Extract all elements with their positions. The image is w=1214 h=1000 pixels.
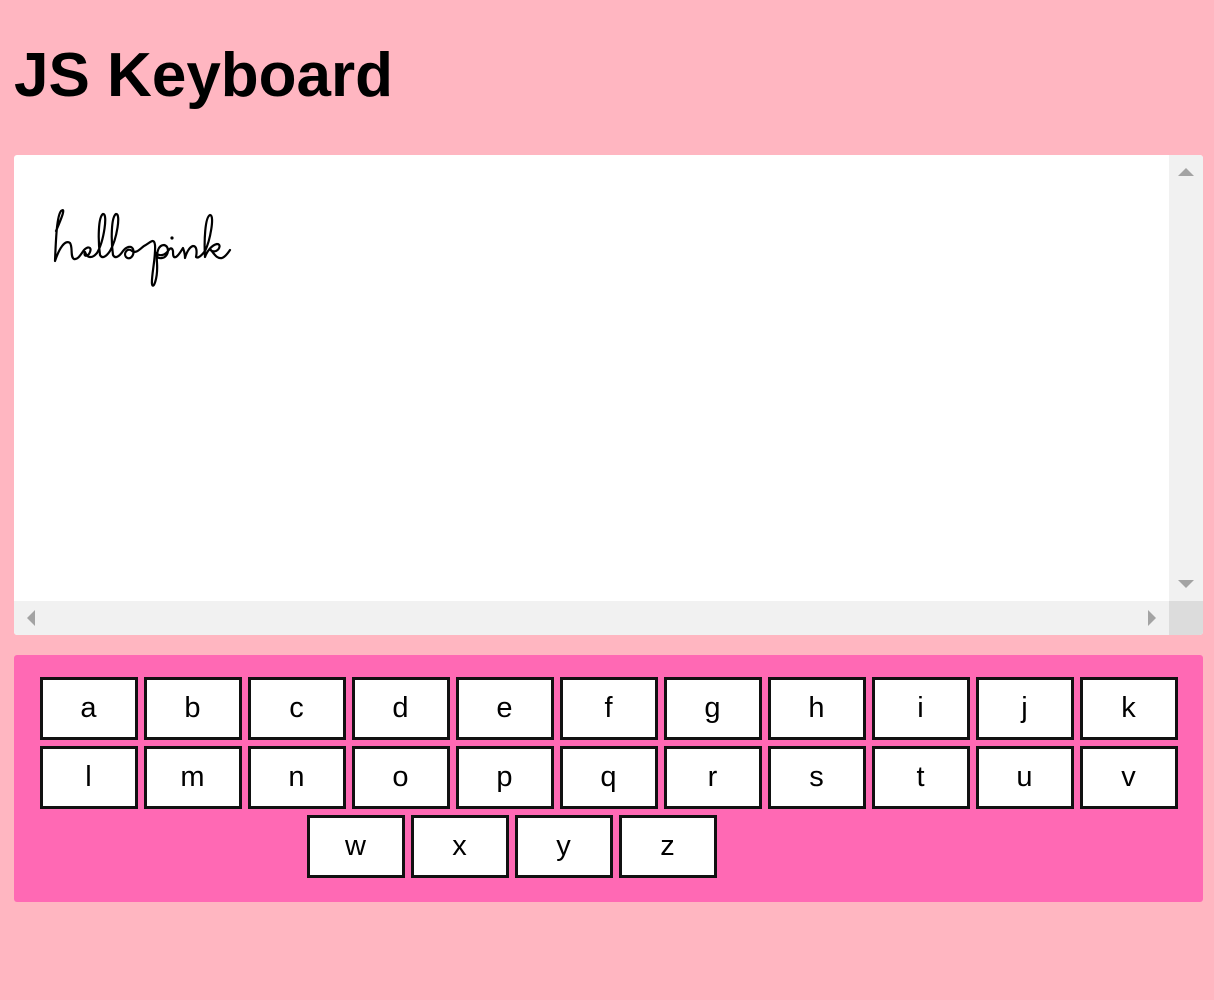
scroll-left-arrow-icon[interactable] <box>27 610 35 626</box>
scroll-up-arrow-icon[interactable] <box>1178 168 1194 176</box>
key-f[interactable]: f <box>559 677 658 740</box>
key-d[interactable]: d <box>351 677 450 740</box>
text-output-area[interactable]: hellopink <box>14 155 1203 635</box>
keyboard-row: w x y z <box>14 815 1203 878</box>
key-m[interactable]: m <box>143 746 242 809</box>
key-u[interactable]: u <box>975 746 1074 809</box>
key-i[interactable]: i <box>871 677 970 740</box>
key-l[interactable]: l <box>39 746 138 809</box>
key-z[interactable]: z <box>618 815 717 878</box>
key-n[interactable]: n <box>247 746 346 809</box>
key-e[interactable]: e <box>455 677 554 740</box>
key-x[interactable]: x <box>410 815 509 878</box>
vertical-scrollbar[interactable] <box>1169 155 1203 601</box>
scrollbar-corner <box>1169 601 1203 635</box>
key-o[interactable]: o <box>351 746 450 809</box>
key-a[interactable]: a <box>39 677 138 740</box>
scroll-down-arrow-icon[interactable] <box>1178 580 1194 588</box>
page-title: JS Keyboard <box>14 41 394 110</box>
horizontal-scrollbar[interactable] <box>14 601 1169 635</box>
keyboard-row: a b c d e f g h i j k <box>14 677 1203 740</box>
key-h[interactable]: h <box>767 677 866 740</box>
key-j[interactable]: j <box>975 677 1074 740</box>
key-c[interactable]: c <box>247 677 346 740</box>
key-w[interactable]: w <box>306 815 405 878</box>
virtual-keyboard: a b c d e f g h i j k l m n o p q r s t … <box>14 655 1203 902</box>
handwritten-text <box>53 209 232 287</box>
key-y[interactable]: y <box>514 815 613 878</box>
key-t[interactable]: t <box>871 746 970 809</box>
key-s[interactable]: s <box>767 746 866 809</box>
key-q[interactable]: q <box>559 746 658 809</box>
key-p[interactable]: p <box>455 746 554 809</box>
scroll-right-arrow-icon[interactable] <box>1148 610 1156 626</box>
key-k[interactable]: k <box>1079 677 1178 740</box>
key-r[interactable]: r <box>663 746 762 809</box>
key-v[interactable]: v <box>1079 746 1178 809</box>
textarea-content[interactable]: hellopink <box>14 155 1169 601</box>
keyboard-row: l m n o p q r s t u v <box>14 746 1203 809</box>
key-b[interactable]: b <box>143 677 242 740</box>
key-g[interactable]: g <box>663 677 762 740</box>
